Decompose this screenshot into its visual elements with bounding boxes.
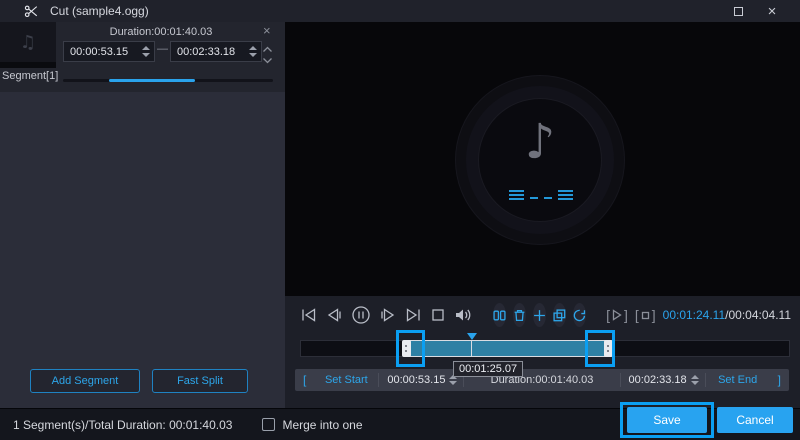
equalizer-icon bbox=[509, 186, 573, 200]
segment-end-spinner[interactable] bbox=[245, 46, 261, 57]
spinner-down-icon[interactable] bbox=[449, 381, 458, 385]
scissors-icon bbox=[24, 4, 39, 19]
volume-button[interactable] bbox=[453, 306, 473, 324]
play-segment-button[interactable]: [ ] bbox=[606, 307, 628, 323]
trim-end-spinner[interactable] bbox=[687, 375, 703, 385]
set-end-button[interactable]: Set End bbox=[706, 374, 770, 386]
segment-thumbnail[interactable]: ♫ bbox=[0, 22, 56, 62]
segment-list-panel: ♫ Duration:00:01:40.03 00:00:53.15 — 00:… bbox=[0, 22, 285, 408]
spinner-down-icon[interactable] bbox=[142, 53, 150, 57]
spinner-down-icon[interactable] bbox=[249, 53, 257, 57]
trim-bracket-open: [ bbox=[303, 373, 307, 387]
segment-start-value: 00:00:53.15 bbox=[70, 45, 129, 58]
copy-segment-button[interactable] bbox=[553, 303, 567, 327]
set-start-button[interactable]: Set Start bbox=[314, 374, 378, 386]
stop-segment-button[interactable]: [ ] bbox=[635, 307, 656, 323]
playhead-icon bbox=[466, 333, 477, 340]
trim-end-input[interactable]: 00:02:33.18 bbox=[621, 374, 705, 386]
segment-mini-progress-fill bbox=[108, 79, 196, 82]
skip-start-button[interactable] bbox=[299, 306, 318, 324]
time-display: 00:01:24.11/00:04:04.11 bbox=[663, 308, 791, 322]
close-button[interactable]: × bbox=[756, 0, 788, 22]
remove-segment-icon[interactable]: × bbox=[263, 23, 271, 38]
segment-start-input[interactable]: 00:00:53.15 bbox=[63, 41, 155, 62]
spinner-down-icon[interactable] bbox=[690, 381, 699, 385]
reset-button[interactable] bbox=[573, 303, 587, 327]
stop-button[interactable] bbox=[430, 306, 446, 324]
add-segment-button[interactable]: Add Segment bbox=[30, 369, 140, 393]
timeline-selection[interactable] bbox=[402, 340, 613, 357]
player-area: ♪ [] [] 00:01:24.11/00:04:04.11 00:01:… bbox=[285, 22, 800, 408]
add-segment-label: Add Segment bbox=[51, 375, 119, 387]
merge-label[interactable]: Merge into one bbox=[282, 418, 362, 432]
playhead[interactable] bbox=[466, 333, 478, 357]
maximize-button[interactable] bbox=[722, 0, 754, 22]
audio-preview: ♪ bbox=[285, 22, 800, 296]
spinner-up-icon[interactable] bbox=[690, 375, 699, 379]
next-frame-button[interactable] bbox=[378, 306, 397, 324]
range-separator: — bbox=[157, 43, 168, 55]
merge-checkbox[interactable] bbox=[262, 418, 276, 431]
segment-end-input[interactable]: 00:02:33.18 bbox=[170, 41, 262, 62]
trim-start-input[interactable]: 00:00:53.15 bbox=[379, 374, 463, 386]
segment-duration-label: Duration:00:01:40.03 bbox=[109, 26, 213, 38]
playhead-time-tooltip: 00:01:25.07 bbox=[453, 361, 524, 377]
spinner-up-icon[interactable] bbox=[142, 46, 150, 50]
title-bar: Cut (sample4.ogg) × bbox=[0, 0, 800, 22]
window-title: Cut (sample4.ogg) bbox=[50, 4, 149, 18]
trim-bar: [ Set Start 00:00:53.15 Duration:00:01:4… bbox=[295, 369, 789, 391]
music-note-thumbnail-icon: ♫ bbox=[19, 31, 37, 53]
split-segment-button[interactable] bbox=[493, 303, 507, 327]
segment-summary: 1 Segment(s)/Total Duration: 00:01:40.03 bbox=[13, 417, 233, 432]
segment-mini-progress bbox=[63, 79, 273, 82]
add-segment-tool-button[interactable] bbox=[533, 303, 547, 327]
fast-split-label: Fast Split bbox=[177, 375, 223, 387]
trim-start-value: 00:00:53.15 bbox=[387, 374, 446, 386]
playback-controls: [ ] [ ] 00:01:24.11/00:04:04.11 bbox=[299, 302, 791, 328]
pause-button[interactable] bbox=[351, 306, 371, 324]
bracket-open: [ bbox=[606, 307, 610, 323]
delete-segment-button[interactable] bbox=[513, 303, 527, 327]
music-note-icon: ♪ bbox=[524, 114, 556, 170]
save-button[interactable]: Save bbox=[627, 407, 707, 433]
move-segment-down-icon[interactable] bbox=[262, 57, 273, 64]
spinner-up-icon[interactable] bbox=[249, 46, 257, 50]
total-time: /00:04:04.11 bbox=[725, 308, 791, 322]
trim-bracket-close: ] bbox=[777, 373, 781, 387]
trim-handle-right[interactable] bbox=[603, 340, 613, 357]
trim-end-value: 00:02:33.18 bbox=[628, 374, 687, 386]
bracket-close: ] bbox=[651, 307, 656, 323]
bracket-open: [ bbox=[634, 307, 639, 323]
segment-start-spinner[interactable] bbox=[138, 46, 154, 57]
stop-segment-icon bbox=[641, 311, 649, 319]
cancel-button[interactable]: Cancel bbox=[717, 407, 793, 433]
skip-end-button[interactable] bbox=[404, 306, 423, 324]
timeline-track[interactable] bbox=[300, 333, 790, 357]
segment-thumbnail-strip bbox=[0, 62, 56, 68]
close-icon: × bbox=[767, 2, 777, 20]
play-segment-icon bbox=[612, 309, 622, 321]
trim-handle-left[interactable] bbox=[402, 340, 412, 357]
segment-end-value: 00:02:33.18 bbox=[177, 45, 236, 58]
playhead-line bbox=[471, 340, 473, 357]
prev-frame-button[interactable] bbox=[325, 306, 344, 324]
bracket-close: ] bbox=[623, 307, 628, 323]
fast-split-button[interactable]: Fast Split bbox=[152, 369, 248, 393]
current-time: 00:01:24.11 bbox=[662, 308, 726, 322]
maximize-icon bbox=[733, 6, 743, 16]
move-segment-up-icon[interactable] bbox=[262, 46, 273, 53]
segment-label: Segment[1] bbox=[2, 70, 59, 82]
